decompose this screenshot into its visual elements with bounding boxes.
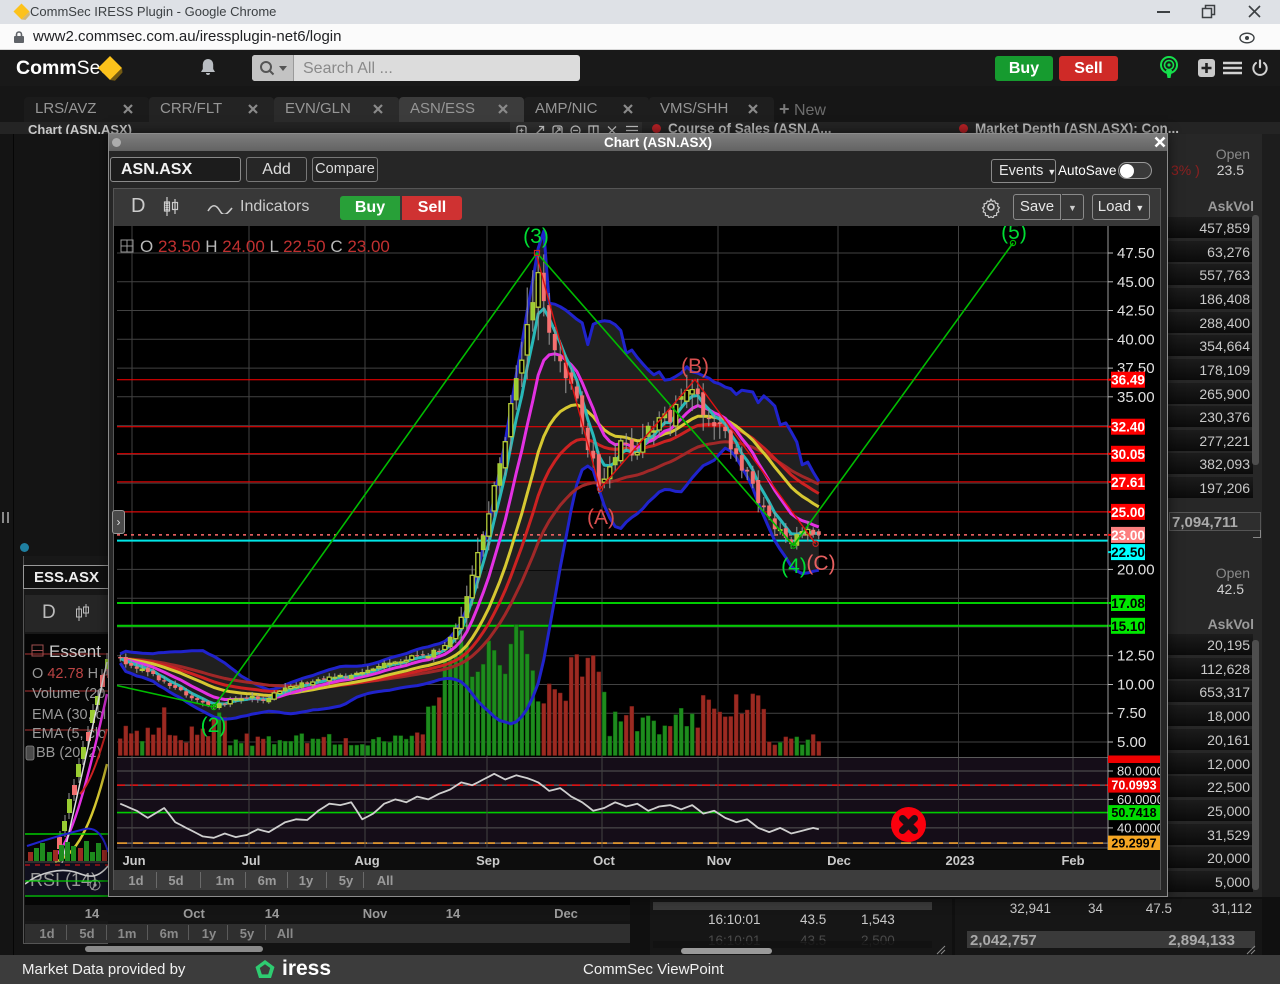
svg-text:EMA (5, clo: EMA (5, clo: [32, 726, 106, 742]
svg-text:25.00: 25.00: [1111, 505, 1145, 520]
svg-text:42.50: 42.50: [1117, 303, 1155, 320]
svg-text:22.50: 22.50: [1111, 545, 1145, 560]
svg-text:O 42.78 H 4: O 42.78 H 4: [32, 666, 108, 682]
svg-text:15.10: 15.10: [1111, 619, 1145, 634]
svg-text:47.50: 47.50: [1117, 245, 1155, 262]
svg-text:45.00: 45.00: [1117, 274, 1155, 291]
svg-text:(4): (4): [781, 555, 807, 578]
svg-text:30.05: 30.05: [1111, 447, 1145, 462]
svg-text:(B): (B): [681, 355, 709, 378]
svg-text:23.00: 23.00: [1111, 528, 1145, 543]
svg-text:(3): (3): [523, 226, 549, 248]
svg-text:80.0000: 80.0000: [1117, 764, 1160, 779]
svg-text:10.00: 10.00: [1117, 677, 1155, 694]
svg-text:20.00: 20.00: [1117, 561, 1155, 578]
svg-text:40.0000: 40.0000: [1117, 820, 1160, 835]
svg-text:Essent: Essent: [49, 642, 101, 661]
svg-text:RSI (14): RSI (14): [30, 870, 97, 890]
svg-text:12.50: 12.50: [1117, 648, 1155, 665]
svg-text:32.40: 32.40: [1111, 420, 1145, 435]
svg-text:70.0993: 70.0993: [1111, 779, 1156, 793]
svg-text:(5): (5): [1001, 226, 1027, 244]
svg-text:5.00: 5.00: [1117, 734, 1146, 751]
svg-text:27.61: 27.61: [1111, 475, 1145, 490]
svg-text:29.2997: 29.2997: [1111, 837, 1156, 850]
svg-text:60.0000: 60.0000: [1117, 792, 1160, 807]
svg-text:Volume (20: Volume (20: [32, 686, 105, 702]
svg-text:(C): (C): [806, 552, 835, 575]
svg-text:(A): (A): [587, 506, 615, 529]
svg-text:50.7418: 50.7418: [1111, 806, 1156, 820]
svg-text:7.50: 7.50: [1117, 705, 1146, 722]
svg-text:(2): (2): [201, 714, 227, 737]
svg-text:35.00: 35.00: [1117, 389, 1155, 406]
svg-text:O 23.50 H 24.00 L 22.50 C 23: O 23.50 H 24.00 L 22.50 C 23.00: [140, 237, 390, 256]
svg-text:36.49: 36.49: [1111, 373, 1145, 388]
svg-text:40.00: 40.00: [1117, 331, 1155, 348]
svg-text:17.08: 17.08: [1111, 596, 1145, 611]
